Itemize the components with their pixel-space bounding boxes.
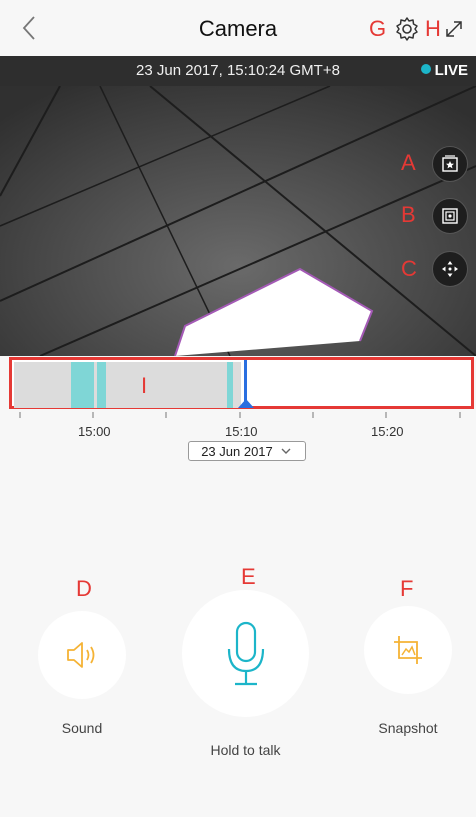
annotation-d: D — [76, 576, 92, 601]
annotation-e: E — [241, 564, 256, 589]
timeline-event-segment — [71, 362, 94, 408]
live-dot-icon — [420, 64, 431, 74]
timeline-event-segment — [97, 362, 106, 408]
playhead-handle-icon[interactable] — [238, 399, 254, 408]
settings-button[interactable] — [394, 16, 420, 42]
playback-icon — [442, 208, 458, 224]
annotation-f: F — [400, 576, 414, 601]
ruler-ticks — [19, 412, 461, 418]
annotation-b: B — [401, 202, 416, 227]
video-status-bar: 23 Jun 2017, 15:10:24 GMT+8 LIVE — [0, 56, 476, 86]
tick-label: 15:10 — [225, 424, 258, 439]
date-picker-value: 23 Jun 2017 — [201, 443, 273, 459]
date-picker[interactable]: 23 Jun 2017 — [188, 441, 306, 461]
snapshot-label: Snapshot — [378, 720, 438, 736]
live-video-view[interactable]: 23 Jun 2017, 15:10:24 GMT+8 LIVE A B C — [0, 56, 476, 356]
chevron-down-icon — [281, 448, 291, 454]
annotation-i: I — [141, 373, 148, 398]
annotation-h: H — [425, 16, 441, 41]
live-label: LIVE — [434, 62, 468, 79]
playback-button[interactable] — [432, 198, 468, 234]
live-indicator: LIVE — [420, 62, 468, 79]
tick-label: 15:20 — [371, 424, 404, 439]
microphone-icon — [227, 621, 264, 685]
favorite-view-button[interactable] — [432, 146, 468, 182]
star-frame-icon — [442, 155, 458, 172]
expand-icon — [446, 21, 462, 37]
hold-to-talk-button[interactable] — [182, 590, 309, 717]
gear-icon — [396, 17, 418, 41]
fullscreen-button[interactable] — [443, 18, 465, 40]
pan-tilt-button[interactable] — [432, 251, 468, 287]
recording-timeline[interactable]: I — [9, 357, 474, 409]
annotation-c: C — [401, 256, 417, 281]
header-bar: Camera G H — [0, 0, 476, 56]
snapshot-button[interactable] — [364, 606, 452, 694]
tick-label: 15:00 — [78, 424, 111, 439]
timeline-recorded-segment — [14, 362, 241, 408]
timeline-event-segment — [227, 362, 233, 408]
annotation-g: G — [369, 16, 387, 41]
crop-image-icon — [394, 636, 422, 664]
talk-label: Hold to talk — [210, 742, 281, 758]
sound-button[interactable] — [38, 611, 126, 699]
speaker-icon — [67, 642, 95, 668]
annotation-a: A — [401, 150, 416, 175]
sound-label: Sound — [61, 720, 103, 736]
video-timestamp: 23 Jun 2017, 15:10:24 GMT+8 — [136, 62, 340, 79]
direction-pad-icon — [442, 261, 458, 277]
